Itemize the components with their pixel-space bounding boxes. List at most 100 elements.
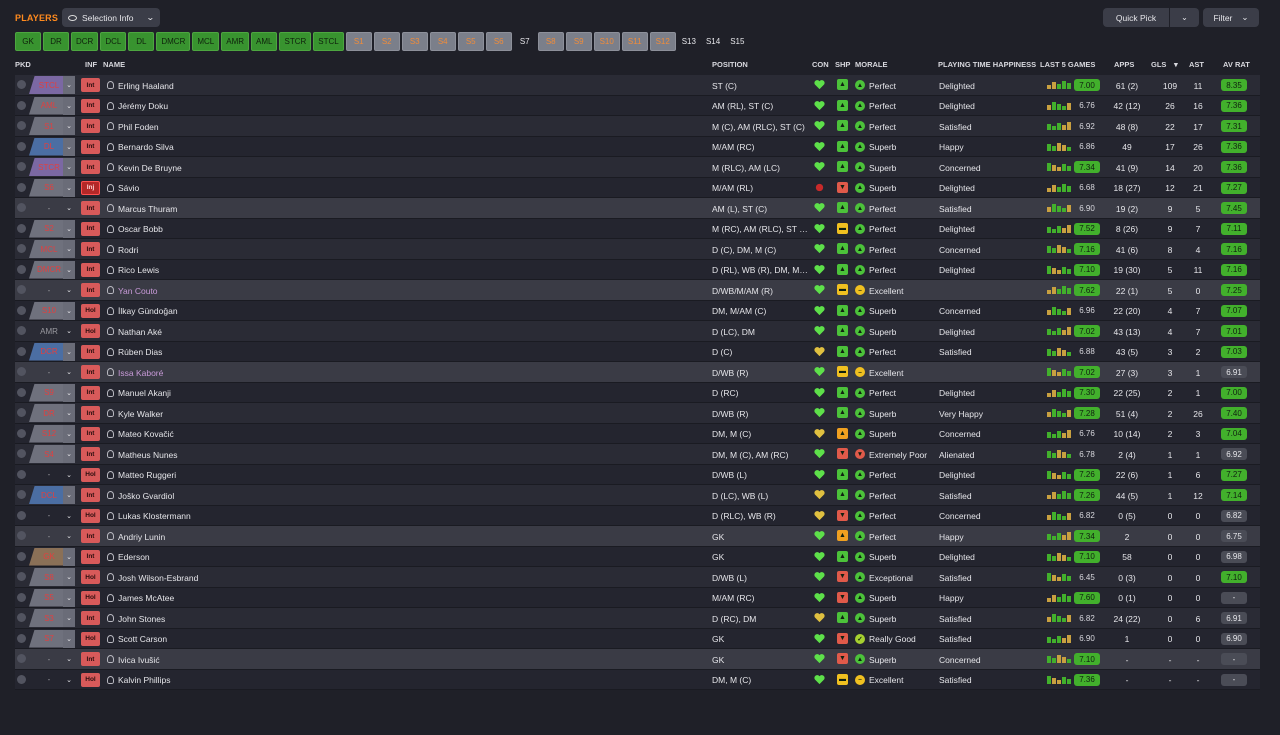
col-shp[interactable]: SHP xyxy=(835,60,850,69)
player-name[interactable]: Scott Carson xyxy=(118,634,167,644)
position-dropdown[interactable]: ⌄ xyxy=(63,671,75,689)
col-ast[interactable]: AST xyxy=(1189,60,1204,69)
table-row[interactable]: S2 ⌄ Int Oscar Bobb M (RC), AM (RLC), ST (C)… xyxy=(15,218,1260,239)
col-playing-time[interactable]: PLAYING TIME HAPPINESS xyxy=(938,60,1036,69)
selection-info-button[interactable]: Selection Info ⌄ xyxy=(62,8,160,27)
select-checkbox[interactable] xyxy=(17,490,26,499)
player-name[interactable]: Yan Couto xyxy=(118,286,158,296)
position-dropdown[interactable]: ⌄ xyxy=(63,117,75,135)
position-slot-s15[interactable]: S15 xyxy=(726,32,748,51)
position-dropdown[interactable]: ⌄ xyxy=(63,424,75,443)
player-name[interactable]: Rodri xyxy=(118,245,138,255)
position-dropdown[interactable]: ⌄ xyxy=(63,96,75,115)
position-dropdown[interactable]: ⌄ xyxy=(63,527,75,545)
player-name[interactable]: Jérémy Doku xyxy=(118,101,168,111)
position-dropdown[interactable]: ⌄ xyxy=(63,301,75,320)
table-row[interactable]: S9 ⌄ Int Manuel Akanji D (RC) ▲ ▲ Perfect Deligh… xyxy=(15,382,1260,403)
col-con[interactable]: CON xyxy=(812,60,829,69)
player-name[interactable]: Rico Lewis xyxy=(118,265,159,275)
position-slot-gk[interactable]: GK xyxy=(15,32,41,51)
table-row[interactable]: - ⌄ Int Ivica Ivušić GK ▼ ▲ Superb Concerned 7.10… xyxy=(15,649,1260,670)
col-pkd[interactable]: PKD xyxy=(15,60,31,69)
select-checkbox[interactable] xyxy=(17,469,26,479)
position-dropdown[interactable]: ⌄ xyxy=(63,466,75,484)
player-name[interactable]: Josh Wilson-Esbrand xyxy=(118,573,198,583)
select-checkbox[interactable] xyxy=(17,223,26,233)
col-last5[interactable]: LAST 5 GAMES xyxy=(1040,60,1095,69)
table-row[interactable]: DR ⌄ Int Kyle Walker D/WB (R) ▲ ▲ Superb Very Ha… xyxy=(15,403,1260,424)
table-row[interactable]: S7 ⌄ Hol Scott Carson GK ▼ ✓ Really Good Satisfi… xyxy=(15,628,1260,649)
table-row[interactable]: STCR ⌄ Int Kevin De Bruyne M (RLC), AM (LC) ▲… xyxy=(15,157,1260,178)
select-checkbox[interactable] xyxy=(17,510,26,520)
player-name[interactable]: Oscar Bobb xyxy=(118,224,163,234)
position-dropdown[interactable]: ⌄ xyxy=(63,76,75,94)
position-slot-dmcr[interactable]: DMCR xyxy=(156,32,191,51)
select-checkbox[interactable] xyxy=(17,182,26,192)
position-dropdown[interactable]: ⌄ xyxy=(63,609,75,627)
select-checkbox[interactable] xyxy=(17,531,26,540)
position-slot-s9[interactable]: S9 xyxy=(565,32,592,51)
position-dropdown[interactable]: ⌄ xyxy=(63,629,75,648)
player-name[interactable]: Joško Gvardiol xyxy=(118,491,174,501)
col-gls[interactable]: GLS xyxy=(1151,60,1166,69)
col-name[interactable]: NAME xyxy=(103,60,125,69)
select-checkbox[interactable] xyxy=(17,408,26,417)
player-name[interactable]: Sávio xyxy=(118,183,139,193)
position-slot-s10[interactable]: S10 xyxy=(593,32,620,51)
position-dropdown[interactable]: ⌄ xyxy=(63,383,75,402)
position-dropdown[interactable]: ⌄ xyxy=(63,486,75,504)
select-checkbox[interactable] xyxy=(17,264,26,274)
table-row[interactable]: GK ⌄ Int Ederson GK ▲ ▲ Superb Delighted 7.10 58 0 0… xyxy=(15,546,1260,567)
position-slot-mcl[interactable]: MCL xyxy=(192,32,220,51)
position-slot-dcl[interactable]: DCL xyxy=(100,32,127,51)
position-slot-s8[interactable]: S8 xyxy=(537,32,564,51)
table-row[interactable]: - ⌄ Hol Kalvin Phillips DM, M (C) ▬ – Excellent… xyxy=(15,669,1260,690)
table-row[interactable]: AML ⌄ Int Jérémy Doku AM (RL), ST (C) ▲ ▲ Perfe… xyxy=(15,95,1260,116)
position-slot-s1[interactable]: S1 xyxy=(345,32,372,51)
position-slot-dr[interactable]: DR xyxy=(43,32,69,51)
table-row[interactable]: MCL ⌄ Int Rodri D (C), DM, M (C) ▲ ▲ Perfect Con… xyxy=(15,239,1260,260)
select-checkbox[interactable] xyxy=(17,551,26,561)
position-slot-s14[interactable]: S14 xyxy=(702,32,724,51)
col-morale[interactable]: MORALE xyxy=(855,60,888,69)
table-row[interactable]: S1 ⌄ Int Phil Foden M (C), AM (RLC), ST (C) ▲… xyxy=(15,116,1260,137)
table-row[interactable]: - ⌄ Int Marcus Thuram AM (L), ST (C) ▲ ▲ Perfec… xyxy=(15,198,1260,219)
position-dropdown[interactable]: ⌄ xyxy=(63,219,75,238)
player-name[interactable]: Issa Kaboré xyxy=(118,368,163,378)
select-checkbox[interactable] xyxy=(17,449,26,458)
player-name[interactable]: Bernardo Silva xyxy=(118,142,174,152)
position-slot-s5[interactable]: S5 xyxy=(457,32,484,51)
select-checkbox[interactable] xyxy=(17,592,26,602)
table-row[interactable]: S10 ⌄ Hol İlkay Gündoğan DM, M/AM (C) ▲ ▲ Super… xyxy=(15,300,1260,321)
position-dropdown[interactable]: ⌄ xyxy=(63,178,75,197)
player-name[interactable]: Phil Foden xyxy=(118,122,159,132)
table-row[interactable]: - ⌄ Hol Lukas Klostermann D (RLC), WB (R) ▼ ▲ P… xyxy=(15,505,1260,526)
player-name[interactable]: Mateo Kovačić xyxy=(118,429,174,439)
select-checkbox[interactable] xyxy=(17,244,26,253)
position-slot-s3[interactable]: S3 xyxy=(401,32,428,51)
select-checkbox[interactable] xyxy=(17,654,26,663)
position-slot-s6[interactable]: S6 xyxy=(485,32,512,51)
col-inf[interactable]: INF xyxy=(85,60,97,69)
filter-button[interactable]: Filter ⌄ xyxy=(1203,8,1259,27)
player-name[interactable]: Erling Haaland xyxy=(118,81,174,91)
select-checkbox[interactable] xyxy=(17,203,26,212)
position-dropdown[interactable]: ⌄ xyxy=(63,568,75,586)
player-name[interactable]: Nathan Aké xyxy=(118,327,162,337)
position-dropdown[interactable]: ⌄ xyxy=(63,199,75,217)
quick-pick-dropdown[interactable]: ⌄ xyxy=(1170,8,1199,27)
position-slot-s11[interactable]: S11 xyxy=(621,32,648,51)
player-name[interactable]: James McAtee xyxy=(118,593,174,603)
select-checkbox[interactable] xyxy=(17,80,26,89)
table-row[interactable]: S5 ⌄ Hol James McAtee M/AM (RC) ▼ ▲ Superb Happy… xyxy=(15,587,1260,608)
position-slot-s4[interactable]: S4 xyxy=(429,32,456,51)
player-name[interactable]: Ederson xyxy=(118,552,150,562)
position-dropdown[interactable]: ⌄ xyxy=(63,158,75,176)
table-row[interactable]: - ⌄ Int Issa Kaboré D/WB (R) ▬ – Excellent 7.02 2… xyxy=(15,362,1260,383)
select-checkbox[interactable] xyxy=(17,387,26,397)
position-dropdown[interactable]: ⌄ xyxy=(63,445,75,463)
position-slot-amr[interactable]: AMR xyxy=(221,32,250,51)
table-row[interactable]: S8 ⌄ Hol Josh Wilson-Esbrand D/WB (L) ▼ ▲ Excep… xyxy=(15,567,1260,588)
position-slot-s2[interactable]: S2 xyxy=(373,32,400,51)
position-dropdown[interactable]: ⌄ xyxy=(63,404,75,422)
